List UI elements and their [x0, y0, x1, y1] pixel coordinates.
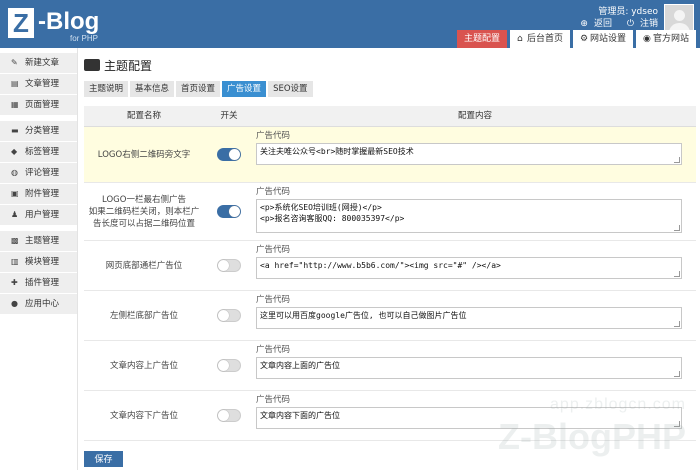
sidebar-item-comment-manage[interactable]: ◍ 评论管理 [0, 163, 77, 183]
row-name: 网页底部通栏广告位 [105, 260, 183, 271]
app-center-icon: ● [11, 299, 18, 308]
sidebar-item-attachment-manage[interactable]: ▣ 附件管理 [0, 184, 77, 204]
comment-icon: ◍ [11, 168, 18, 177]
row-name: LOGO一栏最右侧广告 如果二维码栏关闭，则本栏广告长度可以占据二维码位置 [88, 194, 200, 229]
sidebar-item-page-manage[interactable]: ▦ 页面管理 [0, 95, 77, 115]
subtab-basic-info[interactable]: 基本信息 [130, 81, 175, 97]
window-icon [84, 59, 100, 71]
toggle-switch[interactable] [217, 205, 241, 218]
plugin-icon: ✚ [11, 278, 18, 287]
header-config-name: 配置名称 [126, 111, 161, 121]
field-label: 广告代码 [256, 295, 291, 305]
article-icon: ▤ [11, 79, 19, 88]
field-label: 广告代码 [256, 345, 291, 355]
subtab-seo-settings[interactable]: SEO设置 [268, 81, 313, 97]
back-link[interactable]: ⊕ 返回 [574, 19, 612, 29]
topnav-official-site[interactable]: ◉ 官方网站 [635, 30, 696, 48]
logo-text: -Blog [38, 8, 100, 35]
sidebar-item-plugin-manage[interactable]: ✚ 插件管理 [0, 273, 77, 293]
subtab-home-settings[interactable]: 首页设置 [176, 81, 221, 97]
module-icon: ▥ [11, 257, 19, 266]
toggle-switch[interactable] [217, 148, 241, 161]
users-icon: ♟ [11, 210, 19, 219]
table-row: 网页底部通栏广告位 广告代码 <a href="http://www.b5b6.… [84, 241, 696, 291]
subtab-ad-settings[interactable]: 广告设置 [222, 81, 267, 97]
sidebar-item-app-center[interactable]: ● 应用中心 [0, 294, 77, 314]
toggle-switch[interactable] [217, 259, 241, 272]
ad-code-textarea[interactable]: <p>系统化SEO培训班(网授)</p> <p>报名咨询客服QQ: 800035… [256, 199, 682, 233]
theme-icon: ▩ [11, 236, 19, 245]
config-table: 配置名称 开关 配置内容 LOGO右侧二维码旁文字 广告代码 关注夫唯公众号<b… [84, 106, 696, 441]
topnav-theme-config[interactable]: 主题配置 [456, 30, 507, 48]
sidebar: ✎ 新建文章 ▤ 文章管理 ▦ 页面管理 ▬ 分类管理 ◆ 标签管理 ◍ 评论管理 ▣ 附件管… [0, 48, 78, 470]
sidebar-item-article-manage[interactable]: ▤ 文章管理 [0, 74, 77, 94]
sidebar-item-new-article[interactable]: ✎ 新建文章 [0, 53, 77, 73]
field-label: 广告代码 [256, 187, 291, 197]
user-icon: ◉ [642, 34, 651, 44]
table-row: LOGO一栏最右侧广告 如果二维码栏关闭，则本栏广告长度可以占据二维码位置 广告… [84, 183, 696, 241]
field-label: 广告代码 [256, 245, 291, 255]
logo-subtext: for PHP [70, 34, 99, 43]
ad-code-textarea[interactable]: 文章内容上面的广告位 [256, 357, 682, 379]
power-icon: ⏻ [626, 19, 634, 29]
gear-icon: ⚙ [579, 34, 589, 44]
row-name: 文章内容下广告位 [109, 410, 178, 421]
row-name: 左侧栏底部广告位 [109, 310, 178, 321]
ad-code-textarea[interactable]: 关注夫唯公众号<br>随时掌握最新SEO技术 [256, 143, 682, 165]
tag-icon: ◆ [11, 147, 18, 156]
toggle-switch[interactable] [217, 359, 241, 372]
row-name: LOGO右侧二维码旁文字 [97, 149, 191, 160]
page-title: 主题配置 [84, 56, 152, 76]
ad-code-textarea[interactable]: 这里可以用百度google广告位, 也可以自己做图片广告位 [256, 307, 682, 329]
save-button[interactable]: 保存 [84, 451, 123, 467]
top-header: Z -Blog for PHP 管理员: ydseo ⊕ 返回 ⏻ 注销 主题配置 … [0, 0, 700, 48]
table-row: 左侧栏底部广告位 广告代码 这里可以用百度google广告位, 也可以自己做图片… [84, 291, 696, 341]
field-label: 广告代码 [256, 131, 291, 141]
watermark: app.zblogcn.com Z-BlogPHP [452, 394, 692, 464]
table-header: 配置名称 开关 配置内容 [84, 106, 696, 127]
header-config-content: 配置内容 [457, 111, 492, 121]
page-icon: ▦ [11, 100, 19, 109]
topnav-admin-home[interactable]: ⌂ 后台首页 [509, 30, 570, 48]
admin-name: 管理员: ydseo [598, 7, 658, 17]
edit-icon: ✎ [11, 58, 18, 67]
topnav-site-settings[interactable]: ⚙ 网站设置 [572, 30, 633, 48]
toggle-switch[interactable] [217, 309, 241, 322]
sidebar-item-module-manage[interactable]: ▥ 模块管理 [0, 252, 77, 272]
watermark-brand: Z-BlogPHP [498, 416, 686, 457]
ad-code-textarea[interactable]: <a href="http://www.b5b6.com/"><img src=… [256, 257, 682, 279]
folder-icon: ▬ [11, 126, 19, 135]
table-row: 文章内容上广告位 广告代码 文章内容上面的广告位 [84, 341, 696, 391]
user-info: 管理员: ydseo ⊕ 返回 ⏻ 注销 [568, 6, 658, 30]
attachment-icon: ▣ [11, 189, 19, 198]
toggle-switch[interactable] [217, 409, 241, 422]
watermark-url: app.zblogcn.com [550, 396, 686, 413]
sidebar-item-tag-manage[interactable]: ◆ 标签管理 [0, 142, 77, 162]
sidebar-item-category-manage[interactable]: ▬ 分类管理 [0, 121, 77, 141]
home-icon: ⌂ [516, 34, 523, 44]
subtabs: 主题说明 基本信息 首页设置 广告设置 SEO设置 [84, 81, 315, 97]
header-switch: 开关 [220, 111, 238, 121]
subtab-theme-intro[interactable]: 主题说明 [84, 81, 129, 97]
sidebar-item-user-manage[interactable]: ♟ 用户管理 [0, 205, 77, 225]
row-name: 文章内容上广告位 [109, 360, 178, 371]
table-row: LOGO右侧二维码旁文字 广告代码 关注夫唯公众号<br>随时掌握最新SEO技术 [84, 127, 696, 183]
logo-letter: Z [8, 8, 34, 38]
logout-link[interactable]: ⏻ 注销 [621, 19, 658, 29]
zblog-logo[interactable]: Z -Blog for PHP [8, 6, 118, 44]
back-icon: ⊕ [580, 19, 588, 29]
top-nav: 主题配置 ⌂ 后台首页 ⚙ 网站设置 ◉ 官方网站 [454, 30, 696, 48]
sidebar-item-theme-manage[interactable]: ▩ 主题管理 [0, 231, 77, 251]
